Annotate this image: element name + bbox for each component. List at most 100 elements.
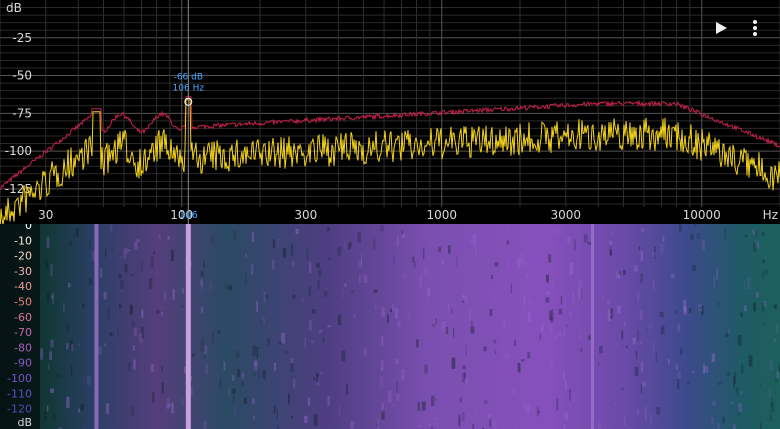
db-scale-label: -110	[7, 387, 32, 400]
texture-cell	[161, 366, 163, 372]
texture-cell	[569, 389, 572, 401]
texture-cell	[648, 324, 653, 329]
texture-cell	[441, 321, 446, 331]
texture-cell	[47, 292, 50, 302]
texture-cell	[342, 288, 344, 299]
texture-cell	[292, 294, 296, 299]
texture-cell	[569, 262, 574, 275]
db-scale-label: 0	[25, 224, 32, 232]
texture-cell	[66, 343, 69, 350]
texture-cell	[555, 334, 557, 340]
texture-cell	[262, 370, 265, 378]
texture-cell	[284, 351, 288, 354]
texture-cell	[549, 310, 552, 320]
texture-cell	[640, 250, 643, 262]
texture-cell	[472, 423, 475, 429]
texture-cell	[273, 405, 276, 414]
texture-cell	[318, 329, 323, 333]
texture-cell	[646, 326, 648, 335]
spectrum-traces	[0, 96, 780, 224]
texture-cell	[412, 256, 415, 263]
texture-cell	[634, 366, 639, 377]
texture-cell	[52, 292, 54, 304]
texture-cell	[212, 333, 214, 343]
texture-cell	[117, 326, 119, 337]
texture-cell	[44, 258, 46, 264]
texture-cell	[563, 370, 565, 382]
texture-cell	[363, 274, 368, 283]
texture-cell	[532, 407, 534, 415]
texture-cell	[311, 309, 316, 314]
texture-cell	[110, 224, 113, 232]
overflow-menu-button[interactable]	[743, 16, 767, 40]
texture-cell	[234, 406, 237, 415]
texture-cell	[652, 252, 656, 257]
db-scale-label: -50	[14, 296, 32, 309]
cursor-marker[interactable]: -66 dB 106 Hz 106	[173, 0, 205, 224]
texture-cell	[232, 394, 235, 402]
texture-cell	[158, 234, 161, 240]
texture-cell	[704, 366, 709, 373]
texture-cell	[404, 271, 406, 279]
texture-cell	[717, 302, 719, 306]
texture-cell	[431, 395, 435, 406]
texture-cell	[712, 401, 716, 406]
texture-cell	[569, 312, 573, 317]
texture-cell	[346, 383, 348, 395]
texture-cell	[267, 338, 270, 345]
texture-cell	[572, 292, 574, 303]
x-tick-label: 300	[294, 208, 317, 222]
texture-cell	[462, 295, 465, 301]
texture-cell	[327, 257, 331, 261]
texture-cell	[401, 230, 404, 235]
texture-cell	[743, 280, 745, 290]
texture-cell	[203, 355, 206, 358]
texture-cell	[639, 310, 643, 320]
texture-cell	[761, 271, 765, 279]
texture-cell	[419, 276, 422, 288]
texture-cell	[417, 402, 421, 411]
texture-cell	[401, 234, 406, 238]
texture-cell	[236, 350, 239, 359]
texture-cell	[161, 382, 164, 394]
texture-cell	[423, 247, 425, 259]
texture-cell	[642, 381, 647, 387]
texture-cell	[433, 417, 438, 420]
texture-cell	[363, 348, 367, 357]
spectrogram-view[interactable]: 0 -10 -20 -30 -40 -50 -60 -70 -80 -90 -100 -110 -120…	[0, 224, 780, 429]
texture-cell	[448, 245, 451, 254]
texture-cell	[323, 291, 328, 297]
texture-cell	[445, 327, 449, 334]
texture-cell	[659, 243, 664, 254]
texture-cell	[727, 372, 731, 376]
texture-cell	[100, 267, 103, 278]
texture-cell	[763, 301, 767, 307]
texture-cell	[244, 273, 247, 284]
texture-cell	[587, 315, 591, 319]
y-tick-label: -100	[5, 144, 32, 158]
texture-cell	[68, 282, 71, 288]
y-tick-label: -25	[12, 31, 32, 45]
texture-cell	[308, 286, 312, 297]
texture-cell	[48, 363, 50, 370]
texture-cell	[652, 342, 655, 354]
texture-cell	[567, 236, 571, 244]
frequency-band	[590, 224, 594, 429]
texture-cell	[655, 352, 657, 362]
texture-cell	[71, 343, 74, 351]
texture-cell	[160, 312, 164, 316]
play-button[interactable]	[709, 16, 733, 40]
texture-cell	[263, 291, 266, 303]
texture-cell	[489, 308, 493, 316]
texture-cell	[636, 409, 640, 415]
texture-cell	[360, 253, 362, 265]
texture-cell	[713, 276, 715, 289]
texture-cell	[337, 246, 341, 256]
texture-cell	[453, 328, 455, 338]
texture-cell	[130, 406, 134, 416]
texture-cell	[52, 414, 57, 420]
spectrum-chart[interactable]: -25-50-75-100-125 30 100 300 1000 3000 10000 …	[0, 0, 780, 224]
texture-cell	[379, 375, 384, 388]
texture-cell	[46, 261, 49, 269]
texture-cell	[217, 330, 221, 334]
